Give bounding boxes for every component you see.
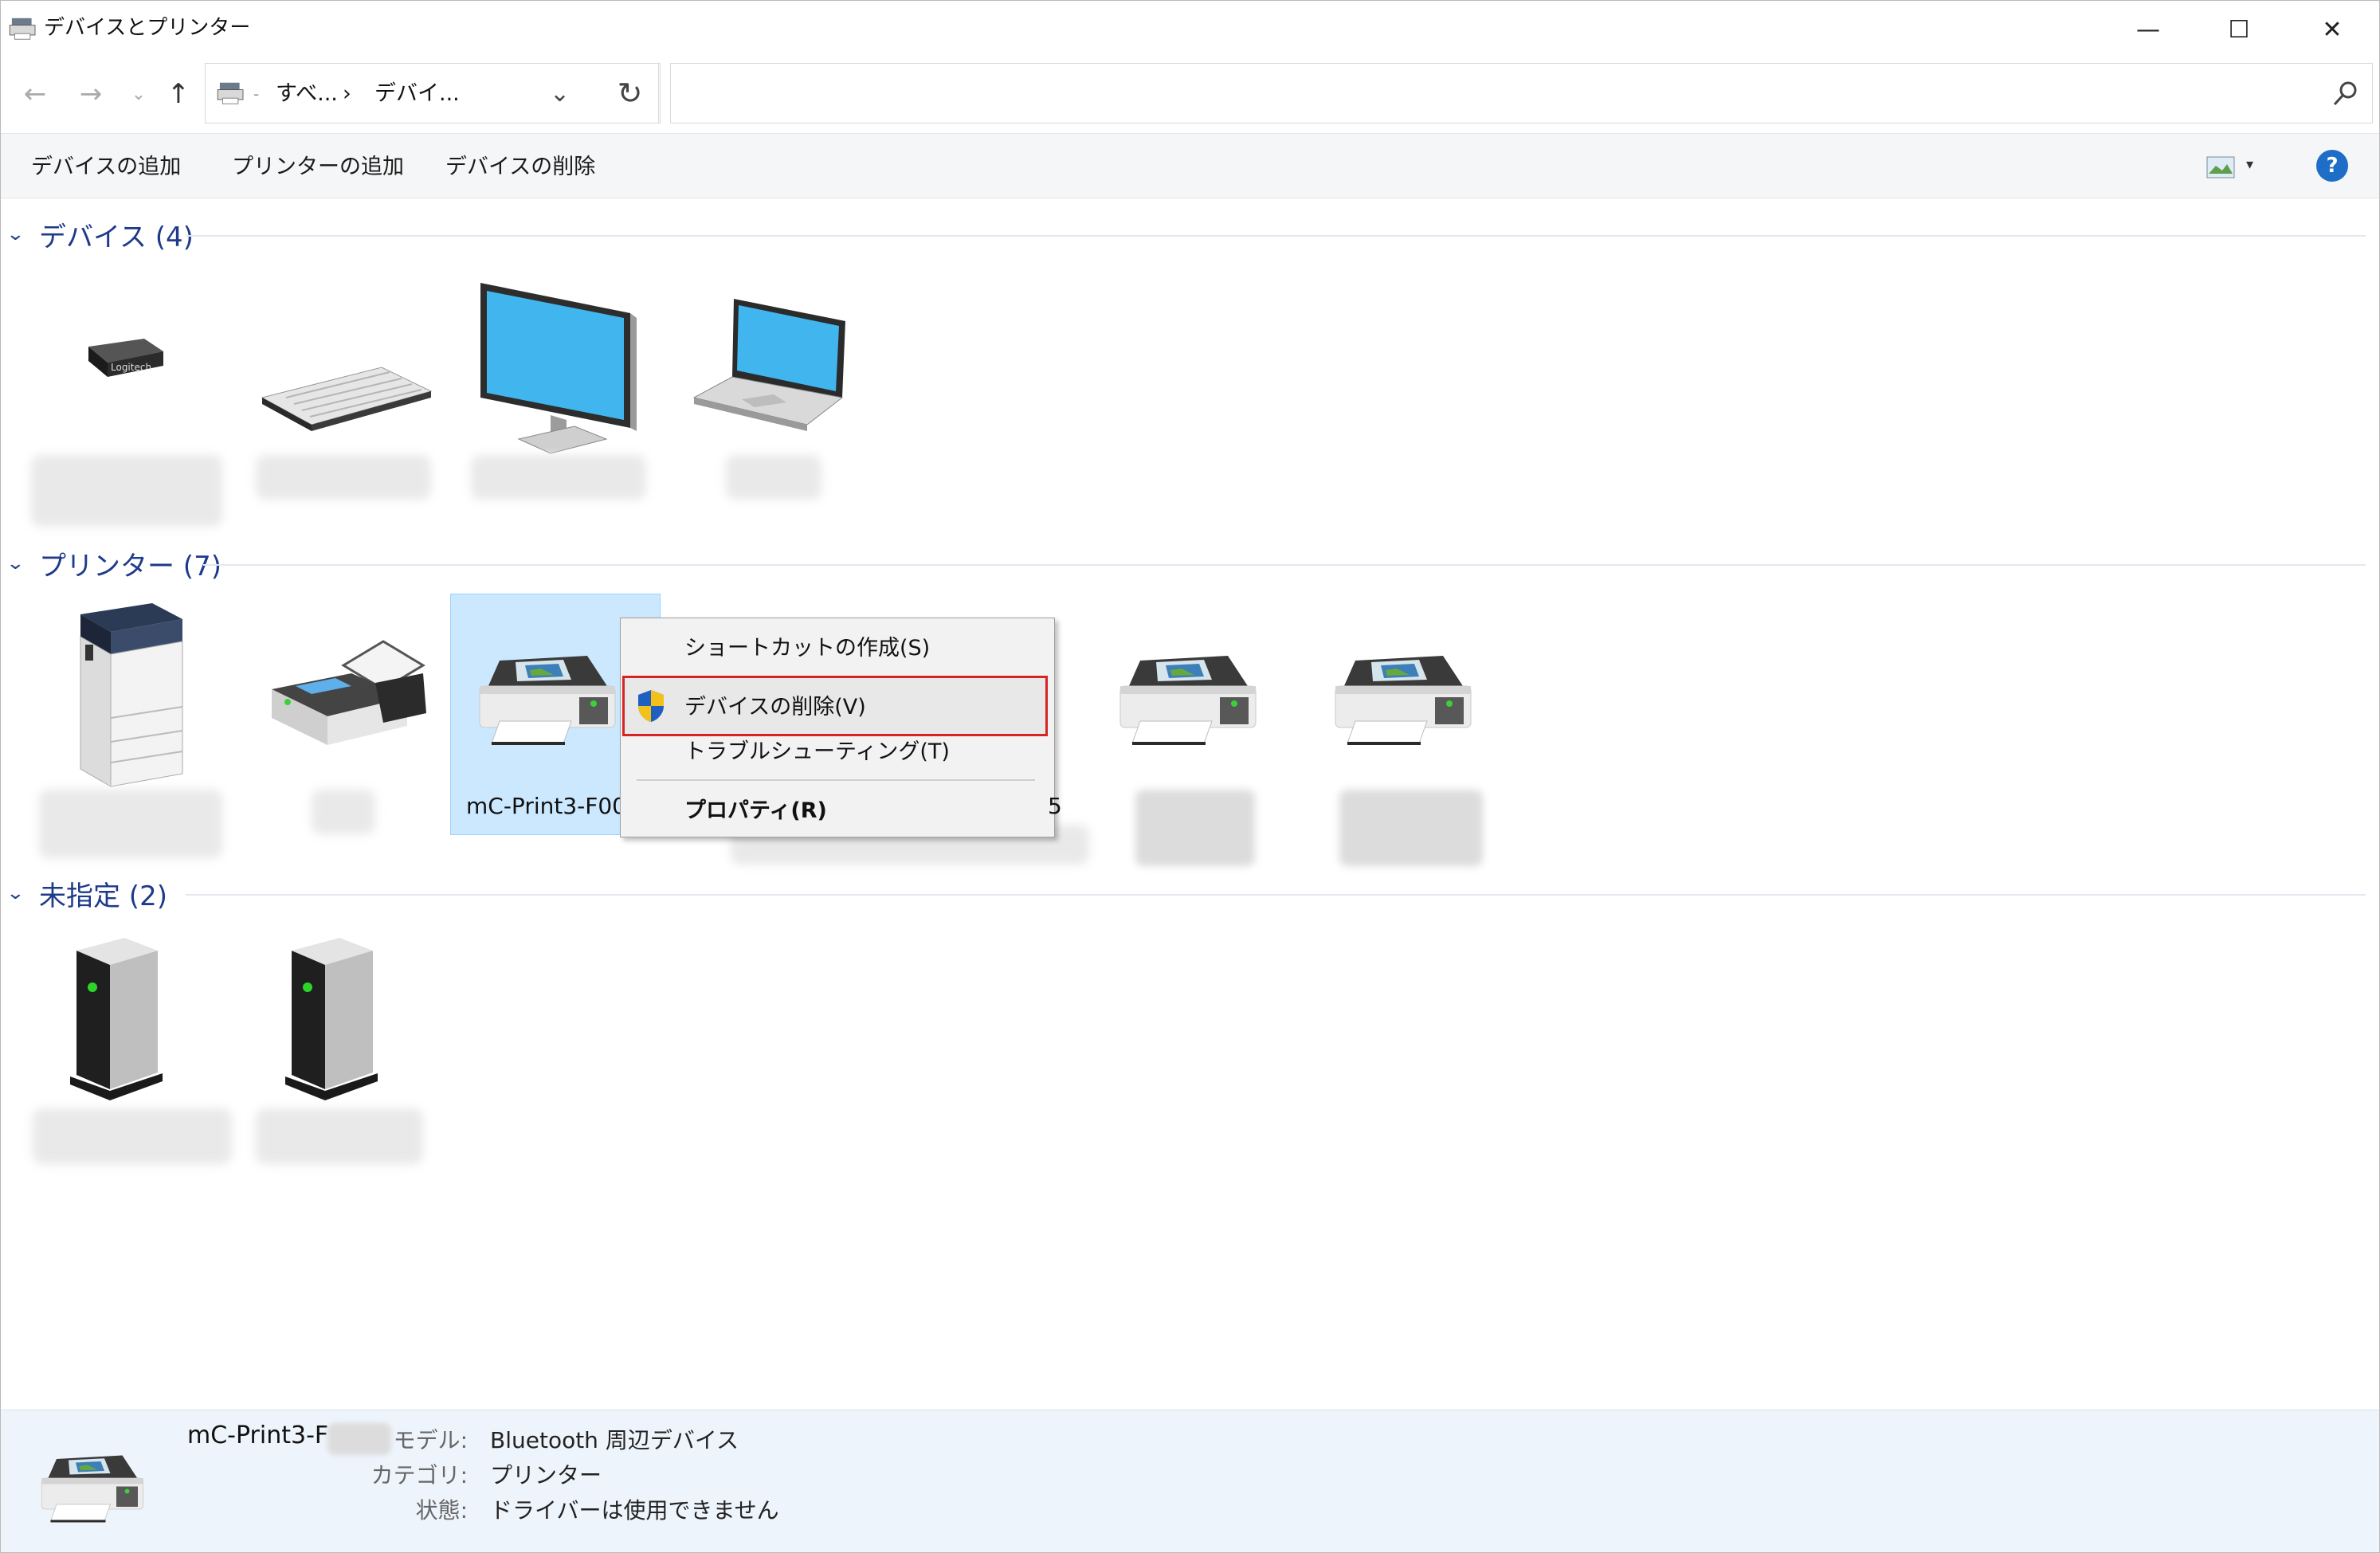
device-label-blurred	[256, 455, 431, 500]
device-label-blurred	[31, 455, 222, 527]
arrow-right-icon[interactable]: →	[73, 74, 109, 114]
details-status-label: 状態:	[415, 1497, 468, 1524]
chevron-down-icon: ⌄	[6, 883, 25, 904]
remove-device-button[interactable]: デバイスの削除	[445, 151, 595, 183]
monitor-icon	[480, 283, 637, 454]
printer-icon	[468, 638, 627, 750]
search-icon[interactable]	[2331, 80, 2359, 108]
printer-label-blurred	[39, 790, 222, 858]
command-bar: デバイスの追加 プリンターの追加 デバイスの削除 ▾ ?	[1, 133, 2379, 198]
device-tile[interactable]	[670, 280, 877, 527]
change-view-icon[interactable]	[2206, 156, 2235, 178]
help-button[interactable]: ?	[2316, 150, 2348, 182]
details-model-label: モデル:	[393, 1427, 468, 1453]
unspecified-device-tile[interactable]	[33, 933, 240, 1172]
printer-tile[interactable]	[1100, 614, 1292, 869]
server-icon	[272, 933, 391, 1108]
chevron-down-icon: ⌄	[6, 224, 25, 245]
partial-label-text: 5	[1048, 793, 1062, 819]
refresh-button[interactable]: ↻	[600, 63, 661, 124]
window-title: デバイスとプリンター	[44, 16, 251, 40]
group-title-devices: デバイス (4)	[39, 221, 194, 253]
details-pane: mC-Print3-F モデル: Bluetooth 周辺デバイス カテゴリ: …	[1, 1410, 2379, 1552]
menu-separator	[637, 779, 1035, 781]
search-input[interactable]	[670, 63, 2373, 124]
minimize-button[interactable]: —	[2101, 1, 2195, 58]
title-bar: デバイスとプリンター — ☐ ✕	[1, 1, 2379, 58]
usb-receiver-icon: Logitech	[88, 339, 163, 377]
printer-tile[interactable]	[25, 598, 232, 861]
devices-printers-icon	[217, 81, 245, 105]
printer-label-blurred	[312, 790, 375, 834]
printer-label: mC-Print3-F00	[466, 793, 626, 819]
device-tile[interactable]: Logitech	[25, 280, 232, 527]
menu-item-remove-device[interactable]: デバイスの削除(V)	[684, 692, 866, 724]
menu-item-properties[interactable]: プロパティ(R)	[684, 795, 827, 827]
arrow-left-icon[interactable]: ←	[17, 74, 53, 114]
device-label-blurred	[256, 1108, 423, 1164]
menu-item-create-shortcut[interactable]: ショートカットの作成(S)	[684, 633, 930, 665]
group-title-unspecified: 未指定 (2)	[39, 880, 167, 912]
printer-icon	[1108, 638, 1268, 750]
server-icon	[57, 933, 176, 1108]
device-label-blurred	[471, 455, 646, 500]
logitech-badge: Logitech	[111, 362, 151, 373]
breadcrumb-separator-icon: ‐	[253, 84, 260, 104]
device-label-blurred	[33, 1108, 232, 1164]
device-tile[interactable]	[240, 280, 447, 527]
group-header-devices[interactable]: ⌄ デバイス (4)	[6, 217, 194, 253]
details-category-label: カテゴリ:	[371, 1462, 468, 1488]
breadcrumb-all[interactable]: すべ...	[276, 78, 338, 110]
details-model-value: Bluetooth 周辺デバイス	[490, 1427, 739, 1453]
laptop-icon	[692, 299, 845, 431]
address-dropdown-icon[interactable]: ⌄	[550, 78, 570, 110]
breadcrumb-devices[interactable]: デバイ...	[374, 78, 460, 110]
printer-tile[interactable]	[1315, 614, 1507, 869]
printer-icon	[1323, 638, 1483, 750]
device-label-blurred	[726, 455, 821, 500]
printer-tile[interactable]	[240, 598, 447, 861]
printer-label-blurred	[1339, 790, 1483, 866]
group-header-printers[interactable]: ⌄ プリンター (7)	[6, 546, 222, 582]
close-button[interactable]: ✕	[2285, 1, 2379, 58]
devices-printers-icon	[9, 17, 37, 41]
device-tile[interactable]	[455, 280, 662, 527]
view-dropdown-icon[interactable]: ▾	[2246, 156, 2253, 173]
details-status-value: ドライバーは使用できません	[490, 1497, 779, 1524]
chevron-right-icon: ›	[343, 81, 351, 106]
context-menu: ショートカットの作成(S) デバイスの削除(V) トラブルシューティング(T) …	[620, 618, 1055, 837]
arrow-up-icon[interactable]: ↑	[160, 74, 197, 114]
add-printer-button[interactable]: プリンターの追加	[232, 151, 404, 183]
chevron-down-icon[interactable]: ⌄	[120, 74, 157, 114]
unspecified-device-tile[interactable]	[248, 933, 439, 1172]
group-divider	[186, 894, 2366, 896]
menu-item-troubleshoot[interactable]: トラブルシューティング(T)	[684, 736, 950, 768]
chevron-down-icon: ⌄	[6, 553, 25, 574]
uac-shield-icon	[638, 690, 664, 722]
keyboard-icon	[261, 367, 433, 431]
add-device-button[interactable]: デバイスの追加	[31, 151, 181, 183]
address-bar[interactable]: ‐ すべ... › デバイ... ⌄	[205, 63, 659, 124]
group-divider	[186, 235, 2366, 237]
group-header-unspecified[interactable]: ⌄ 未指定 (2)	[6, 876, 167, 912]
fax-icon	[272, 640, 426, 745]
printer-label-blurred	[1135, 790, 1255, 866]
group-divider	[203, 564, 2366, 566]
printer-icon	[33, 1442, 152, 1526]
devices-and-printers-window: デバイスとプリンター — ☐ ✕ ← → ⌄ ↑ ‐ すべ... › デバイ..…	[0, 0, 2380, 1553]
multifunction-printer-icon	[80, 603, 183, 787]
maximize-button[interactable]: ☐	[2192, 1, 2286, 58]
details-category-value: プリンター	[490, 1462, 602, 1488]
group-title-printers: プリンター (7)	[39, 550, 222, 582]
details-device-name: mC-Print3-F	[187, 1422, 329, 1449]
